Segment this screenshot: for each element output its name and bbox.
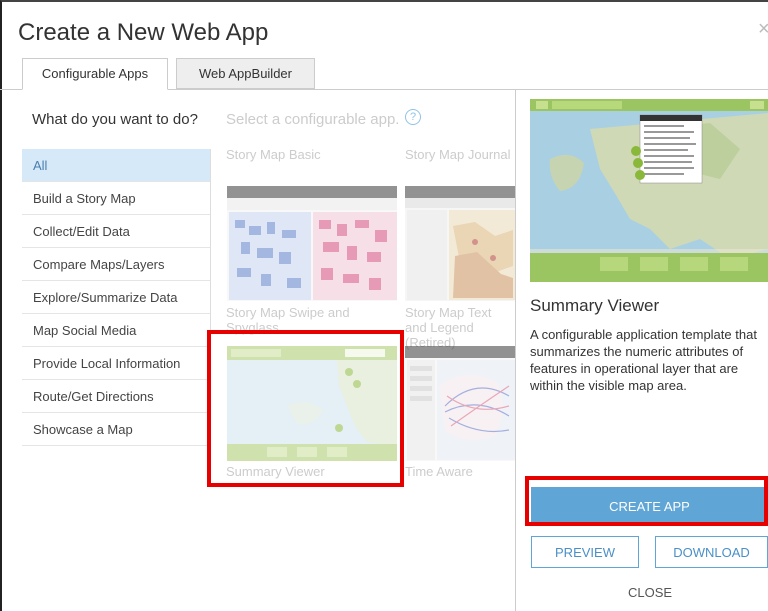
help-icon[interactable]: ?: [405, 109, 421, 125]
category-all[interactable]: All: [22, 149, 210, 182]
close-icon[interactable]: ×: [758, 18, 768, 41]
download-button[interactable]: DOWNLOAD: [655, 536, 768, 568]
create-app-button[interactable]: CREATE APP: [531, 487, 768, 524]
category-route-directions[interactable]: Route/Get Directions: [22, 380, 210, 413]
app-preview-image: [530, 99, 768, 282]
app-gallery: Story Map Basic Story Map Journal Story …: [215, 138, 515, 611]
category-explore-summarize[interactable]: Explore/Summarize Data: [22, 281, 210, 314]
category-local-information[interactable]: Provide Local Information: [22, 347, 210, 380]
tab-web-appbuilder[interactable]: Web AppBuilder: [176, 58, 315, 89]
gallery-hint: Select a configurable app.: [226, 111, 400, 128]
tab-bar: Configurable Apps Web AppBuilder: [0, 54, 768, 90]
thumb-time-aware[interactable]: [405, 346, 515, 461]
category-build-story-map[interactable]: Build a Story Map: [22, 182, 210, 215]
card-label-story-map-basic: Story Map Basic: [226, 147, 321, 162]
dialog-title: Create a New Web App: [18, 19, 269, 46]
card-label-time-aware: Time Aware: [405, 464, 473, 479]
card-label-story-map-swipe: Story Map Swipe and Spyglass: [226, 305, 350, 335]
tab-configurable-apps[interactable]: Configurable Apps: [22, 58, 168, 90]
category-question: What do you want to do?: [32, 111, 198, 128]
detail-title: Summary Viewer: [530, 296, 660, 315]
close-button[interactable]: CLOSE: [628, 585, 672, 600]
card-label-story-map-text-legend: Story Map Text and Legend (Retired): [405, 305, 492, 350]
category-list: All Build a Story Map Collect/Edit Data …: [22, 149, 211, 446]
category-showcase-map[interactable]: Showcase a Map: [22, 413, 210, 446]
card-label-summary-viewer: Summary Viewer: [226, 464, 325, 479]
card-label-story-map-journal: Story Map Journal: [405, 147, 511, 162]
category-map-social-media[interactable]: Map Social Media: [22, 314, 210, 347]
detail-description: A configurable application template that…: [530, 327, 757, 393]
thumb-summary-viewer[interactable]: [227, 346, 397, 461]
preview-button[interactable]: PREVIEW: [531, 536, 639, 568]
panel-divider: [515, 89, 516, 611]
thumb-story-map-swipe[interactable]: [227, 186, 397, 301]
thumb-story-map-text-legend[interactable]: [405, 186, 515, 301]
category-collect-edit-data[interactable]: Collect/Edit Data: [22, 215, 210, 248]
category-compare-maps[interactable]: Compare Maps/Layers: [22, 248, 210, 281]
